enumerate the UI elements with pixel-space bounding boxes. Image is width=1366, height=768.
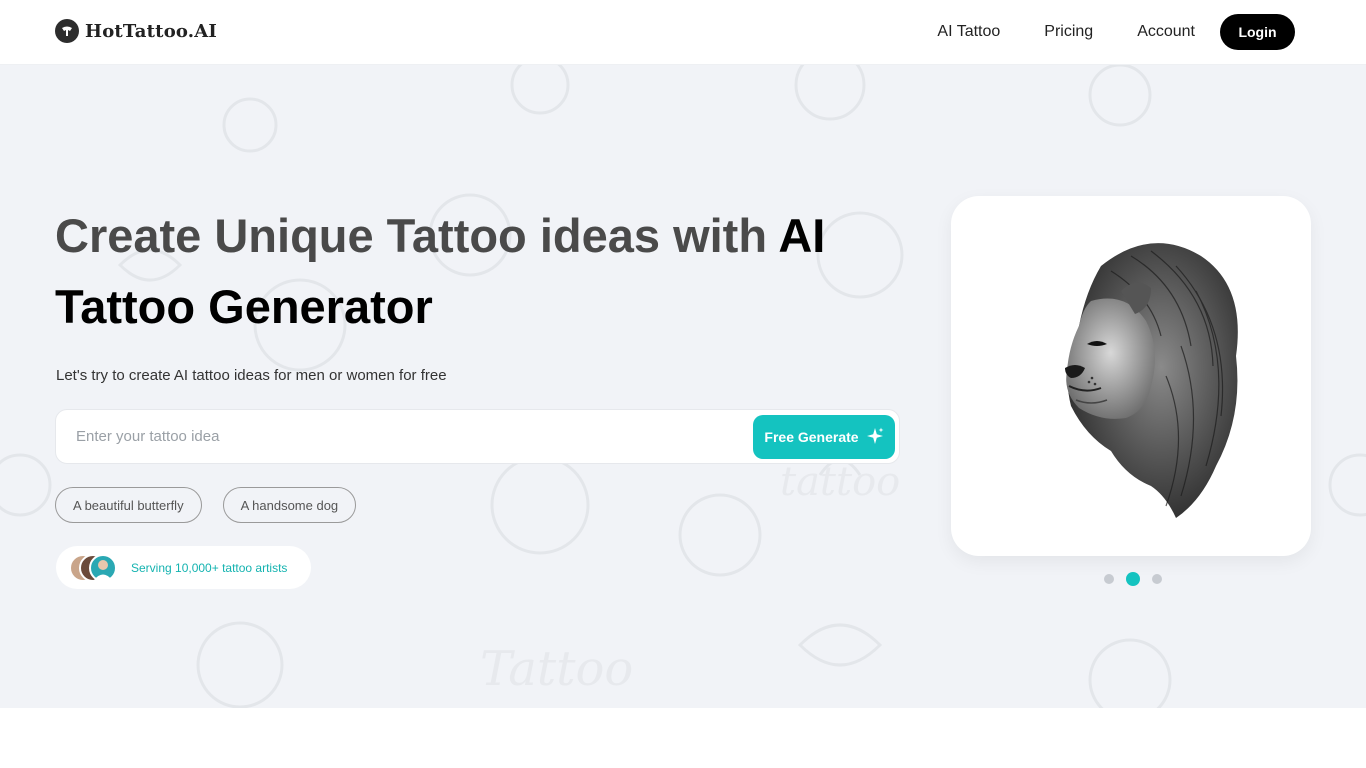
hero-subtitle: Let's try to create AI tattoo ideas for … (56, 367, 447, 384)
free-generate-label: Free Generate (764, 429, 859, 445)
carousel-dot-2[interactable] (1126, 572, 1140, 586)
tattoo-machine-icon (55, 19, 79, 43)
site-header: HotTattoo.AI AI Tattoo Pricing Account L… (0, 0, 1366, 65)
serving-badge: Serving 10,000+ tattoo artists (56, 546, 311, 589)
lion-tattoo-image (1065, 243, 1238, 518)
serving-text: Serving 10,000+ tattoo artists (131, 560, 288, 575)
carousel-dots (1104, 572, 1162, 586)
tattoo-idea-search: Free Generate (55, 409, 900, 464)
hero-section: Tattoo tattoo Create Unique Tattoo ideas… (0, 65, 1366, 708)
carousel-dot-1[interactable] (1104, 574, 1114, 584)
svg-text:Tattoo: Tattoo (480, 641, 633, 697)
carousel-dot-3[interactable] (1152, 574, 1162, 584)
suggestion-chip-dog[interactable]: A handsome dog (222, 487, 357, 523)
free-generate-button[interactable]: Free Generate (753, 415, 895, 459)
nav-pricing[interactable]: Pricing (1044, 14, 1093, 50)
hero-title: Create Unique Tattoo ideas with AI Tatto… (55, 200, 895, 342)
tattoo-idea-input[interactable] (76, 410, 736, 463)
example-carousel-card[interactable] (951, 196, 1311, 556)
main-nav: AI Tattoo Pricing Account Login (937, 14, 1295, 50)
avatar (89, 553, 117, 582)
artist-avatars (69, 553, 129, 582)
svg-text:tattoo: tattoo (780, 459, 900, 505)
hero-title-part1: Create Unique Tattoo ideas with (55, 209, 779, 262)
nav-ai-tattoo[interactable]: AI Tattoo (937, 14, 1000, 50)
suggestion-chips: A beautiful butterfly A handsome dog (55, 487, 357, 523)
sparkle-icon (866, 427, 884, 448)
nav-account[interactable]: Account (1137, 14, 1195, 50)
brand-logo[interactable]: HotTattoo.AI (55, 19, 217, 43)
login-button[interactable]: Login (1220, 14, 1295, 50)
suggestion-chip-butterfly[interactable]: A beautiful butterfly (55, 487, 202, 523)
brand-name: HotTattoo.AI (85, 20, 218, 42)
